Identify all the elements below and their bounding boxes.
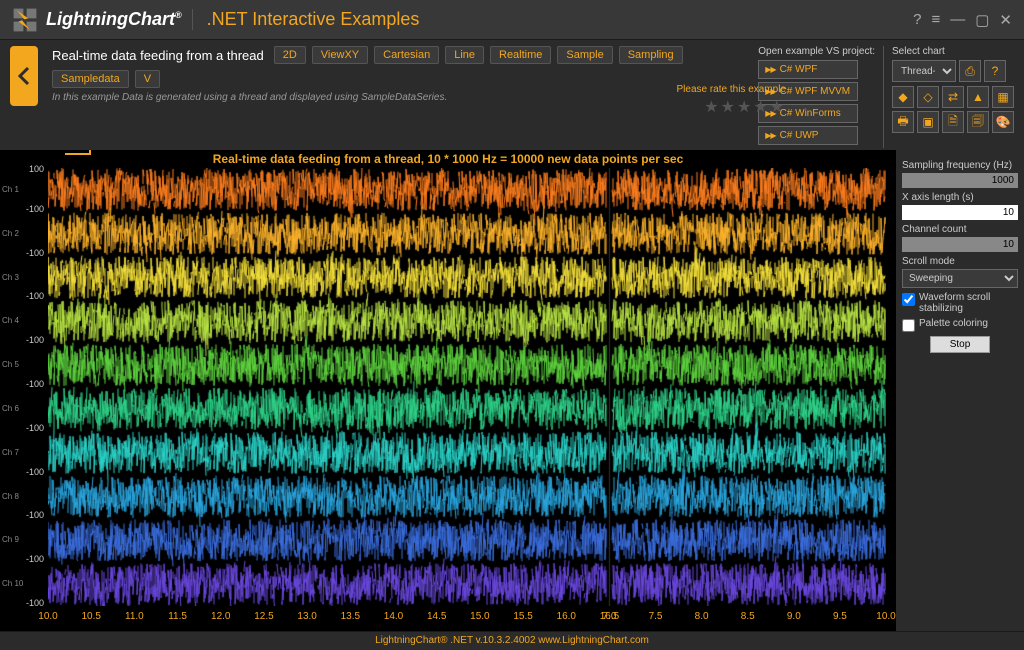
title-bar: LightningChart® .NET Interactive Example… xyxy=(0,0,1024,40)
sweep-indicator-icon xyxy=(60,150,120,159)
xaxis-length-label: X axis length (s) xyxy=(902,192,1018,203)
minimize-icon[interactable]: — xyxy=(950,11,965,29)
rating-stars[interactable]: ★★★★★ xyxy=(676,97,786,117)
tool-icon-10[interactable]: 🎨 xyxy=(992,111,1014,133)
tag-realtime[interactable]: Realtime xyxy=(490,46,551,64)
settings-sidebar: Sampling frequency (Hz) X axis length (s… xyxy=(896,150,1024,631)
vs-btn-uwp[interactable]: ▶▶C# UWP xyxy=(758,126,858,145)
chart-title: Real-time data feeding from a thread, 10… xyxy=(0,152,896,166)
select-chart-combo[interactable]: Thread-fe xyxy=(892,60,956,82)
tool-icon-5[interactable]: ▦ xyxy=(992,86,1014,108)
maximize-icon[interactable]: ▢ xyxy=(975,11,989,29)
brand-name: LightningChart® xyxy=(46,9,182,30)
tool-icon-1[interactable]: ◆ xyxy=(892,86,914,108)
tag-more[interactable]: V xyxy=(135,70,160,88)
tool-icon-3[interactable]: ⇄ xyxy=(942,86,964,108)
back-button[interactable] xyxy=(10,46,38,106)
rating: Please rate this example ★★★★★ xyxy=(676,84,786,117)
tag-cartesian[interactable]: Cartesian xyxy=(374,46,439,64)
tag-sampledata[interactable]: Sampledata xyxy=(52,70,129,88)
palette-coloring-checkbox[interactable]: Palette coloring xyxy=(902,318,1018,332)
tool-icon-2[interactable]: ◇ xyxy=(917,86,939,108)
tag-line[interactable]: Line xyxy=(445,46,484,64)
menu-icon[interactable]: ≡ xyxy=(931,11,940,29)
sampling-freq-input[interactable] xyxy=(902,173,1018,188)
x-axis: 10.010.511.011.512.012.513.013.514.014.5… xyxy=(48,611,892,627)
tool-icon-4[interactable]: ▲ xyxy=(967,86,989,108)
capture-tool-icon[interactable]: ⎙ xyxy=(959,60,981,82)
tag-2d[interactable]: 2D xyxy=(274,46,306,64)
channel-count-label: Channel count xyxy=(902,224,1018,235)
tag-sampling[interactable]: Sampling xyxy=(619,46,683,64)
tool-icon-7[interactable]: ▣ xyxy=(917,111,939,133)
tag-viewxy[interactable]: ViewXY xyxy=(312,46,368,64)
close-icon[interactable]: ✕ xyxy=(999,11,1012,29)
chart[interactable]: Real-time data feeding from a thread, 10… xyxy=(0,150,896,631)
stop-button[interactable]: Stop xyxy=(930,336,990,353)
logo-icon xyxy=(12,7,38,33)
xaxis-length-input[interactable] xyxy=(902,205,1018,220)
scroll-mode-label: Scroll mode xyxy=(902,256,1018,267)
header: Real-time data feeding from a thread 2D … xyxy=(0,40,1024,150)
waveform-stabilizing-checkbox[interactable]: Waveform scroll stabilizing xyxy=(902,292,1018,314)
scroll-mode-select[interactable]: Sweeping xyxy=(902,269,1018,288)
select-chart-label: Select chart xyxy=(892,46,1014,57)
example-description: In this example Data is generated using … xyxy=(52,92,758,103)
rating-label: Please rate this example xyxy=(676,84,786,95)
tool-icon-9[interactable]: 🗐 xyxy=(967,111,989,133)
footer: LightningChart® .NET v.10.3.2.4002 www.L… xyxy=(0,631,1024,649)
toolbar: ◆ ◇ ⇄ ▲ ▦ 🖶 ▣ 🗎 🗐 🎨 xyxy=(892,86,1014,133)
brand-subtitle: .NET Interactive Examples xyxy=(192,9,420,30)
chart-canvas[interactable] xyxy=(48,168,886,606)
tag-sample[interactable]: Sample xyxy=(557,46,612,64)
example-title: Real-time data feeding from a thread xyxy=(52,48,264,63)
y-axis: 100Ch 1-100Ch 2-100Ch 3-100Ch 4-100Ch 5-… xyxy=(0,168,46,607)
vs-btn-wpf[interactable]: ▶▶C# WPF xyxy=(758,60,858,79)
vs-project-label: Open example VS project: xyxy=(758,46,875,57)
help-icon[interactable]: ? xyxy=(913,11,921,29)
breadcrumb: Real-time data feeding from a thread 2D … xyxy=(52,46,758,88)
tool-icon-8[interactable]: 🗎 xyxy=(942,111,964,133)
channel-count-input[interactable] xyxy=(902,237,1018,252)
tool-icon-6[interactable]: 🖶 xyxy=(892,111,914,133)
sampling-freq-label: Sampling frequency (Hz) xyxy=(902,160,1018,171)
help-tool-icon[interactable]: ? xyxy=(984,60,1006,82)
